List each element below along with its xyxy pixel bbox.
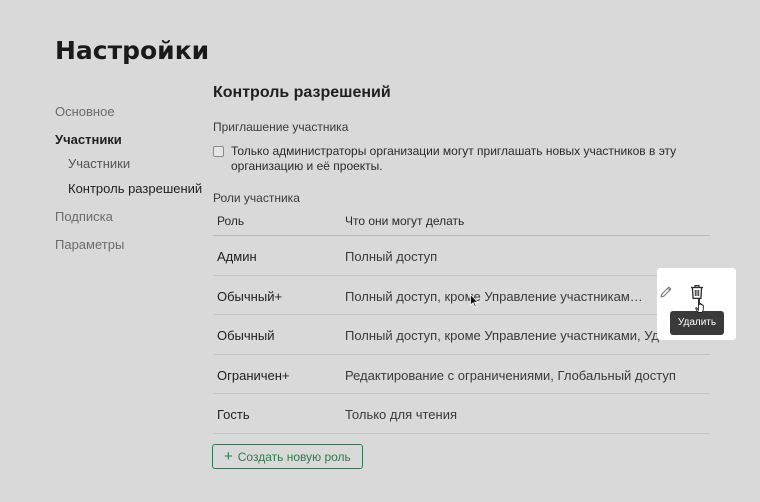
roles-label: Роли участника [213,191,300,205]
roles-table: Роль Что они могут делать Админ Полный д… [213,212,710,434]
table-row[interactable]: Обычный+ Полный доступ, кроме Управление… [213,276,710,315]
role-permissions: Полный доступ [345,249,438,264]
header-permissions: Что они могут делать [345,214,465,228]
admin-only-checkbox[interactable] [213,146,224,157]
page-title: Настройки [55,36,210,65]
create-role-label: Создать новую роль [237,449,351,464]
role-name: Ограничен+ [217,367,290,383]
nav-subitem-members[interactable]: Участники [68,156,130,171]
nav-subitem-permissions[interactable]: Контроль разрешений [68,181,202,196]
row-actions-panel: Удалить [657,268,736,340]
create-role-button[interactable]: + Создать новую роль [212,444,363,469]
role-permissions: Полный доступ, кроме Управление участник… [345,328,700,343]
mouse-pointer-icon [470,294,479,308]
nav-item-parameters[interactable]: Параметры [55,237,124,252]
hand-cursor-icon [695,298,704,313]
role-permissions: Полный доступ, кроме Управление участник… [345,288,645,304]
role-name: Админ [217,249,257,264]
section-title: Контроль разрешений [213,84,391,101]
delete-tooltip: Удалить [670,311,724,335]
role-name: Гость [217,407,250,422]
nav-item-members[interactable]: Участники [55,132,122,147]
table-row[interactable]: Админ Полный доступ [213,236,710,276]
nav-item-subscription[interactable]: Подписка [55,209,113,224]
table-row[interactable]: Обычный Полный доступ, кроме Управление … [213,315,710,355]
role-name: Обычный [217,328,275,343]
pencil-icon[interactable] [659,285,673,299]
plus-icon: + [224,448,233,465]
table-row[interactable]: Ограничен+ Редактирование с ограничениям… [213,355,710,394]
role-name: Обычный+ [217,288,283,304]
header-role: Роль [217,214,245,228]
table-row[interactable]: Гость Только для чтения [213,394,710,434]
nav-item-general[interactable]: Основное [55,104,115,119]
role-permissions: Редактирование с ограничениями, Глобальн… [345,367,676,383]
role-permissions: Только для чтения [345,407,458,422]
invite-label: Приглашение участника [213,120,349,134]
table-header: Роль Что они могут делать [213,212,710,236]
checkbox-label: Только администраторы организации могут … [231,144,677,173]
